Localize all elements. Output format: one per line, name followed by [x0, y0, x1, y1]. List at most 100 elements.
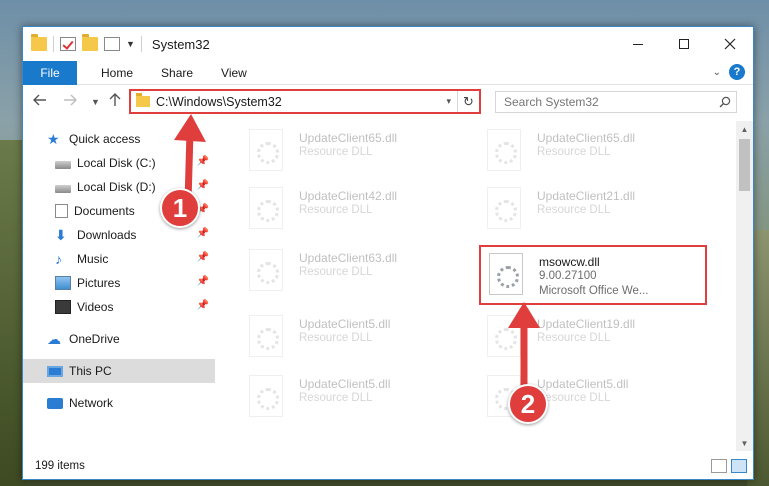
file-tile[interactable]: UpdateClient42.dll Resource DLL	[241, 183, 467, 235]
pin-icon[interactable]: 📌	[197, 228, 209, 239]
search-input[interactable]	[496, 95, 714, 109]
step-badge-2: 2	[508, 384, 548, 424]
window-controls	[615, 27, 753, 61]
expand-ribbon-icon[interactable]: ⌄	[713, 67, 721, 78]
sidebar-item-music[interactable]: ♪ Music 📌	[23, 247, 215, 271]
tab-view[interactable]: View	[207, 61, 261, 85]
scrollbar-thumb[interactable]	[739, 139, 750, 191]
maximize-button[interactable]	[661, 27, 707, 61]
file-tile[interactable]: UpdateClient65.dll Resource DLL	[479, 125, 705, 177]
documents-icon	[55, 204, 68, 218]
sidebar-item-videos[interactable]: Videos 📌	[23, 295, 215, 319]
pin-icon[interactable]: 📌	[197, 300, 209, 311]
sidebar-item-pictures[interactable]: Pictures 📌	[23, 271, 215, 295]
file-description: Resource DLL	[537, 392, 611, 404]
file-name: msowcw.dll	[539, 255, 600, 269]
sidebar-item-label: Documents	[74, 204, 135, 218]
pin-icon[interactable]: 📌	[197, 252, 209, 263]
minimize-icon	[633, 43, 643, 45]
file-version: 9.00.27100	[539, 270, 597, 282]
file-name: UpdateClient63.dll	[299, 251, 398, 265]
search-box[interactable]	[495, 91, 737, 113]
download-icon: ⬇	[55, 227, 67, 243]
maximize-icon	[679, 39, 689, 49]
recent-locations-button[interactable]: ▼	[91, 97, 100, 107]
sidebar-item-label: Local Disk (D:)	[77, 180, 156, 194]
sidebar-item-this-pc[interactable]: This PC	[23, 359, 215, 383]
dll-file-icon	[489, 253, 523, 295]
step-badge-1: 1	[160, 188, 200, 228]
vertical-scrollbar[interactable]: ▲ ▼	[736, 121, 753, 451]
tab-share[interactable]: Share	[147, 61, 207, 85]
sidebar-item-label: OneDrive	[69, 332, 120, 346]
file-tile[interactable]: UpdateClient63.dll Resource DLL	[241, 245, 467, 297]
tab-home[interactable]: Home	[87, 61, 147, 85]
file-name: UpdateClient19.dll	[537, 317, 636, 331]
arrow-right-icon	[64, 94, 77, 106]
new-folder-icon[interactable]	[82, 34, 98, 51]
details-view-icon[interactable]	[711, 459, 727, 473]
forward-button[interactable]	[63, 93, 77, 109]
sidebar-item-onedrive[interactable]: ☁ OneDrive	[23, 327, 215, 351]
address-dropdown-icon[interactable]: ▾	[446, 96, 451, 107]
music-icon: ♪	[55, 251, 62, 267]
dll-file-icon	[249, 129, 283, 171]
window-title: System32	[151, 36, 210, 52]
file-name: UpdateClient42.dll	[299, 189, 398, 203]
cloud-icon: ☁	[47, 331, 61, 347]
file-name: UpdateClient5.dll	[299, 317, 391, 331]
minimize-button[interactable]	[615, 27, 661, 61]
disk-icon	[55, 160, 71, 169]
sidebar-item-label: Videos	[77, 300, 114, 314]
refresh-button[interactable]: ↻	[457, 91, 479, 112]
up-button[interactable]	[109, 93, 121, 110]
sidebar-item-label: Downloads	[77, 228, 137, 242]
file-tile[interactable]: UpdateClient21.dll Resource DLL	[479, 183, 705, 235]
ribbon-tabs: File Home Share View ⌄ ?	[23, 60, 753, 85]
star-icon: ★	[47, 131, 60, 147]
file-tile[interactable]: UpdateClient65.dll Resource DLL	[241, 125, 467, 177]
file-list: UpdateClient65.dll Resource DLL UpdateCl…	[231, 121, 731, 451]
status-bar: 199 items	[23, 453, 753, 479]
title-bar: ▼ System32	[23, 27, 753, 61]
tab-file[interactable]: File	[23, 60, 77, 85]
highlighted-file-msowcw[interactable]: msowcw.dll 9.00.27100 Microsoft Office W…	[479, 245, 707, 305]
help-icon[interactable]: ?	[729, 64, 745, 80]
address-path[interactable]: C:\Windows\System32	[156, 95, 446, 109]
scroll-up-icon[interactable]: ▲	[736, 121, 753, 137]
properties-check-icon[interactable]	[60, 37, 76, 51]
search-icon[interactable]	[714, 96, 736, 108]
view-buttons	[711, 459, 747, 473]
file-explorer-window: ▼ System32 File Home Share View ⌄ ? ▼ C:…	[22, 26, 754, 480]
customize-icon[interactable]	[104, 37, 120, 51]
file-tile[interactable]: UpdateClient5.dll Resource DLL	[241, 371, 467, 423]
pc-icon	[47, 365, 63, 377]
sidebar-item-network[interactable]: Network	[23, 391, 215, 415]
scroll-down-icon[interactable]: ▼	[736, 435, 753, 451]
dll-file-icon	[249, 315, 283, 357]
file-description: Microsoft Office We...	[539, 285, 649, 297]
file-description: Resource DLL	[299, 392, 373, 404]
file-name: UpdateClient65.dll	[299, 131, 398, 145]
disk-icon	[55, 184, 71, 193]
sidebar-item-label: Music	[77, 252, 109, 266]
close-button[interactable]	[707, 27, 753, 61]
file-description: Resource DLL	[537, 204, 611, 216]
arrow-up-icon	[109, 93, 121, 106]
back-button[interactable]	[33, 93, 47, 109]
file-tile-selected[interactable]: msowcw.dll 9.00.27100 Microsoft Office W…	[481, 249, 707, 301]
dll-file-icon	[249, 249, 283, 291]
item-count: 199 items	[35, 460, 85, 472]
sidebar-item-label: Quick access	[69, 132, 141, 146]
file-name: UpdateClient65.dll	[537, 131, 636, 145]
sidebar-item-label: Network	[69, 396, 114, 410]
annotation-arrow-2	[508, 302, 540, 394]
chevron-down-icon[interactable]: ▼	[126, 39, 135, 49]
network-icon	[47, 397, 63, 409]
file-tile[interactable]: UpdateClient5.dll Resource DLL	[241, 311, 467, 363]
sidebar-item-label: Pictures	[77, 276, 121, 290]
pin-icon[interactable]: 📌	[197, 276, 209, 287]
pictures-icon	[55, 276, 71, 290]
address-row: ▼ C:\Windows\System32 ▾ ↻	[23, 87, 753, 117]
tiles-view-icon[interactable]	[731, 459, 747, 473]
